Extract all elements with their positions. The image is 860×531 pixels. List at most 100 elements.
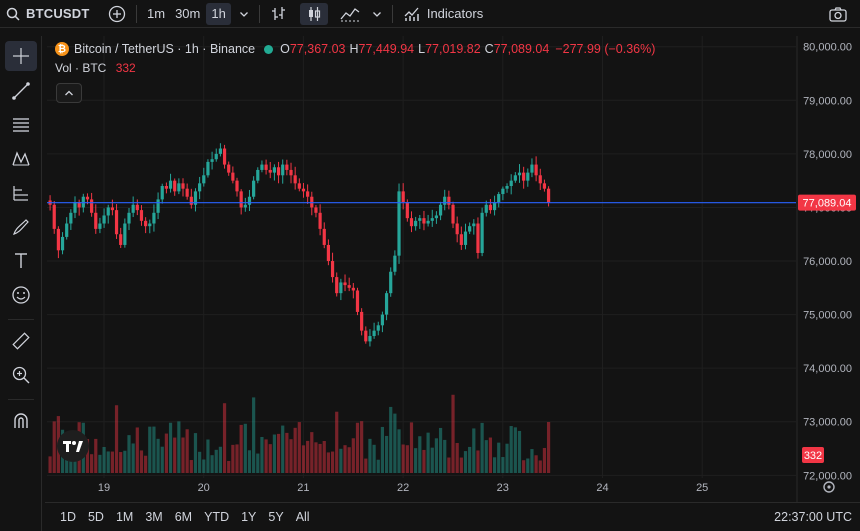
candle-body (110, 207, 114, 211)
candle-body (372, 330, 376, 337)
candle-body (326, 244, 331, 262)
range-all[interactable]: All (290, 510, 316, 524)
bottom-toolbar: 1D 5D 1M 3M 6M YTD 1Y 5Y All 22:37:00 UT… (45, 502, 860, 531)
candle-body (522, 172, 526, 181)
range-5d[interactable]: 5D (82, 510, 110, 524)
trend-line-tool[interactable] (5, 76, 37, 106)
bar-chart-type-button[interactable] (264, 0, 294, 28)
candle-body (52, 204, 56, 229)
indicators-button[interactable]: Indicators (397, 0, 489, 28)
candle-body (231, 172, 235, 181)
settings-gear-icon[interactable] (823, 481, 835, 493)
text-tool[interactable] (5, 246, 37, 276)
price-tick-label: 76,000.00 (803, 256, 852, 268)
price-chart[interactable]: 80,000.0079,000.0078,000.0077,000.0076,0… (0, 0, 860, 531)
volume-bar (272, 434, 277, 473)
open-value: 77,367.03 (289, 42, 346, 56)
pattern-tool[interactable] (5, 144, 37, 174)
series-title[interactable]: Bitcoin / TetherUS · 1h · Binance (74, 42, 255, 56)
candle-body (380, 314, 385, 326)
compare-symbol-button[interactable] (102, 0, 132, 28)
candle-body (181, 183, 185, 189)
volume-bar (252, 397, 256, 473)
snapshot-button[interactable] (822, 0, 854, 28)
candle-body (343, 282, 347, 286)
brush-tool[interactable] (5, 212, 37, 242)
candle-body (517, 172, 522, 176)
candle-body (98, 223, 102, 229)
range-ytd[interactable]: YTD (198, 510, 235, 524)
volume-bar (268, 444, 272, 473)
candle-body (451, 204, 455, 224)
volume-bar (538, 460, 542, 473)
magnet-tool[interactable] (5, 406, 37, 436)
volume-bar (289, 439, 293, 473)
candlesticks (48, 143, 551, 347)
volume-bar (135, 427, 139, 473)
candle-body (206, 161, 210, 176)
volume-bar (522, 460, 526, 473)
range-1d[interactable]: 1D (45, 510, 82, 524)
interval-1h[interactable]: 1h (204, 0, 232, 28)
chevron-up-icon (65, 90, 73, 96)
trend-line-icon (12, 82, 30, 100)
volume-tag: 332 (802, 447, 824, 463)
symbol-search[interactable]: BTCUSDT (0, 0, 102, 28)
chart-type-dropdown[interactable] (366, 0, 388, 28)
range-1y[interactable]: 1Y (235, 510, 262, 524)
candle-body (351, 287, 355, 291)
volume-bar (505, 443, 509, 473)
volume-bar (139, 450, 144, 473)
volume-bar (335, 411, 339, 473)
range-1m[interactable]: 1M (110, 510, 139, 524)
candle-body (94, 212, 98, 229)
time-tick-label: 21 (297, 482, 309, 494)
measure-tool[interactable] (5, 326, 37, 356)
volume-bar (110, 451, 114, 473)
range-3m[interactable]: 3M (139, 510, 168, 524)
volume-bar (177, 421, 181, 473)
last-price-tag: 77,089.04 (798, 194, 856, 211)
open-key: O (280, 42, 290, 56)
volume-bar (530, 449, 534, 473)
interval-30m[interactable]: 30m (171, 0, 204, 28)
candle-body (160, 186, 164, 200)
zoom-tool[interactable] (5, 360, 37, 390)
candle-body (405, 202, 409, 219)
utc-clock[interactable]: 22:37:00 UTC (774, 510, 852, 524)
volume-bar (281, 425, 285, 473)
volume-bar (418, 436, 422, 473)
volume-bar (463, 451, 468, 473)
volume-bar (227, 460, 231, 473)
zoom-in-icon (12, 366, 30, 384)
volume-bar (314, 442, 318, 473)
forecast-tool[interactable] (5, 178, 37, 208)
volume-legend[interactable]: Vol · BTC 332 (55, 61, 136, 75)
interval-1m[interactable]: 1m (141, 0, 171, 28)
range-5y[interactable]: 5Y (262, 510, 289, 524)
price-tick-label: 78,000.00 (803, 149, 852, 161)
tradingview-logo[interactable] (57, 430, 89, 462)
volume-bar (455, 443, 459, 473)
emoji-tool[interactable] (5, 280, 37, 310)
fib-retracement-tool[interactable] (5, 110, 37, 140)
volume-bar (401, 444, 405, 473)
candle-body (293, 175, 297, 184)
range-6m[interactable]: 6M (169, 510, 198, 524)
volume-bar (513, 427, 517, 473)
area-chart-type-button[interactable] (334, 0, 366, 28)
collapse-legend-button[interactable] (56, 83, 82, 103)
crosshair-icon (13, 48, 29, 64)
volume-bar (127, 435, 131, 473)
crosshair-tool[interactable] (5, 41, 37, 71)
interval-dropdown[interactable] (233, 0, 255, 28)
forecast-icon (13, 186, 28, 201)
candle-body (438, 204, 443, 216)
candle-body (314, 207, 318, 213)
symbol-name: BTCUSDT (26, 6, 90, 21)
volume-bar (330, 451, 335, 473)
price-tick-label: 80,000.00 (803, 42, 852, 54)
candles-chart-type-button[interactable] (294, 0, 334, 28)
volume-legend-value: 332 (115, 61, 136, 75)
candle-body (69, 212, 73, 224)
